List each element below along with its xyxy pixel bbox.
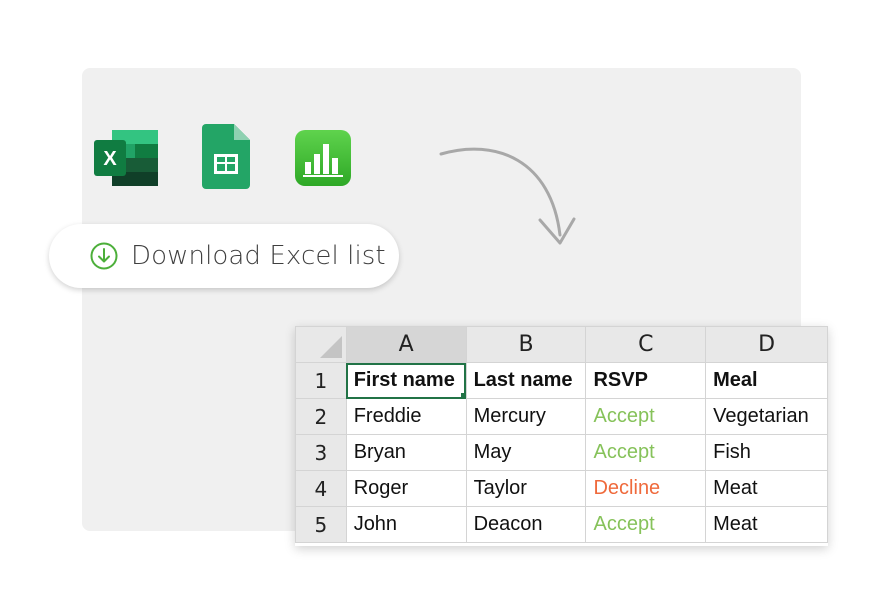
download-label: Download Excel list [131,241,386,271]
cell-b1[interactable]: Last name [465,362,587,399]
curved-arrow-icon [439,147,576,245]
spreadsheet-preview: A B C D 1 First name Last name RSVP Meal… [295,326,828,546]
cell-c1[interactable]: RSVP [585,362,707,399]
row-number[interactable]: 1 [295,362,347,399]
cell-a4[interactable]: Roger [345,470,467,507]
excel-icon-letter: X [103,148,117,170]
fill-handle[interactable] [460,393,466,398]
cell-c4[interactable]: Decline [585,470,707,507]
excel-icon[interactable]: X [94,130,158,186]
cell-d3[interactable]: Fish [705,434,828,471]
table-row: 1 First name Last name RSVP Meal [295,362,828,399]
cell-b5[interactable]: Deacon [465,506,587,543]
cell-c3[interactable]: Accept [585,434,707,471]
google-sheets-icon[interactable] [202,124,250,189]
table-row: 5 John Deacon Accept Meat [295,506,828,543]
cell-c5[interactable]: Accept [585,506,707,543]
download-circle-icon [90,242,118,270]
row-number[interactable]: 3 [295,434,347,471]
cell-b4[interactable]: Taylor [465,470,587,507]
column-header-a[interactable]: A [345,326,467,363]
numbers-icon[interactable] [295,130,351,186]
table-row: 4 Roger Taylor Decline Meat [295,470,828,507]
table-row: 3 Bryan May Accept Fish [295,434,828,471]
cell-a2[interactable]: Freddie [345,398,467,435]
table-row: 2 Freddie Mercury Accept Vegetarian [295,398,828,435]
cell-a5[interactable]: John [345,506,467,543]
cell-text: First name [353,369,455,391]
spreadsheet-grid: A B C D 1 First name Last name RSVP Meal… [295,326,828,543]
row-number[interactable]: 2 [295,398,347,435]
column-header-d[interactable]: D [705,326,828,363]
cell-c2[interactable]: Accept [585,398,707,435]
cell-b2[interactable]: Mercury [465,398,587,435]
select-all-corner[interactable] [295,326,347,363]
cell-d1[interactable]: Meal [705,362,828,399]
column-header-row: A B C D [295,326,828,363]
column-header-b[interactable]: B [465,326,587,363]
column-header-c[interactable]: C [585,326,707,363]
cell-d5[interactable]: Meat [705,506,828,543]
cell-d4[interactable]: Meat [705,470,828,507]
row-number[interactable]: 4 [295,470,347,507]
download-excel-button[interactable]: Download Excel list [49,224,399,288]
cell-a3[interactable]: Bryan [345,434,467,471]
cell-d2[interactable]: Vegetarian [705,398,828,435]
cell-b3[interactable]: May [465,434,587,471]
row-number[interactable]: 5 [295,506,347,543]
cell-a1[interactable]: First name [345,362,467,399]
